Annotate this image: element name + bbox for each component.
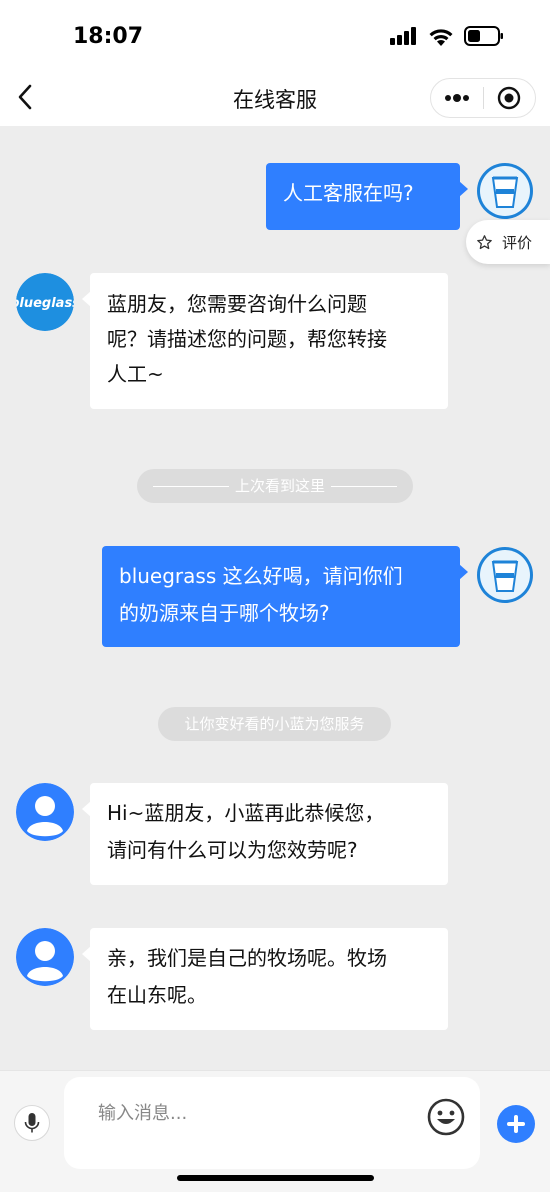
signal-icon (390, 27, 416, 45)
service-notice: 让你变好看的小蓝为您服务 (158, 707, 391, 741)
status-icons (390, 26, 504, 46)
mini-program-capsule (430, 78, 536, 118)
status-bar: 18:07 (0, 0, 550, 72)
more-dots-icon (445, 94, 469, 102)
message-text: 人工客服在吗? (283, 181, 414, 205)
smiley-icon (427, 1098, 465, 1136)
voice-button[interactable] (14, 1105, 50, 1141)
user-avatar[interactable] (476, 546, 534, 604)
bluegrass-logo: blueglass (16, 273, 74, 331)
message-input-box (64, 1077, 480, 1169)
incoming-message: 蓝朋友，您需要咨询什么问题 呢？请描述您的问题，帮您转接 人工~ (82, 273, 448, 409)
emoji-button[interactable] (426, 1097, 466, 1137)
input-bar (0, 1070, 550, 1192)
rate-button[interactable]: 评价 (466, 220, 550, 264)
person-icon (16, 928, 74, 986)
agent-avatar[interactable] (16, 783, 74, 841)
agent-avatar[interactable] (16, 928, 74, 986)
target-circle-icon (498, 86, 521, 110)
person-icon (16, 783, 74, 841)
outgoing-message: bluegrass 这么好喝，请问你们 的奶源来自于哪个牧场? (102, 546, 468, 647)
plus-icon (507, 1115, 525, 1133)
microphone-icon (24, 1113, 40, 1133)
incoming-message: Hi~蓝朋友，小蓝再此恭候您， 请问有什么可以为您效劳呢? (82, 783, 448, 885)
wifi-icon (429, 28, 453, 46)
more-button[interactable] (431, 79, 483, 117)
incoming-message: 亲，我们是自己的牧场呢。牧场 在山东呢。 (82, 928, 448, 1030)
rate-label: 评价 (502, 233, 533, 252)
divider-line-left (152, 486, 229, 487)
cup-icon (477, 547, 533, 603)
star-outline-icon (477, 234, 492, 249)
nav-bar: 在线客服 (0, 72, 550, 126)
divider-line-right (331, 486, 397, 487)
battery-icon (464, 26, 503, 46)
cup-icon (477, 163, 533, 219)
chat-area[interactable]: 人工客服在吗? 评价 blueglass 蓝朋友，您需要咨询什么问题 呢？请描述… (0, 126, 550, 1070)
last-seen-divider: 上次看到这里 (137, 469, 413, 503)
close-button[interactable] (484, 79, 535, 117)
user-avatar[interactable] (476, 162, 534, 220)
brand-avatar[interactable]: blueglass (16, 273, 74, 331)
outgoing-message: 人工客服在吗? (266, 163, 468, 230)
message-input[interactable] (98, 1099, 398, 1127)
logo-text: blueglass (16, 296, 74, 311)
home-indicator (177, 1175, 374, 1181)
add-button[interactable] (497, 1105, 535, 1143)
status-time: 18:07 (73, 24, 144, 49)
